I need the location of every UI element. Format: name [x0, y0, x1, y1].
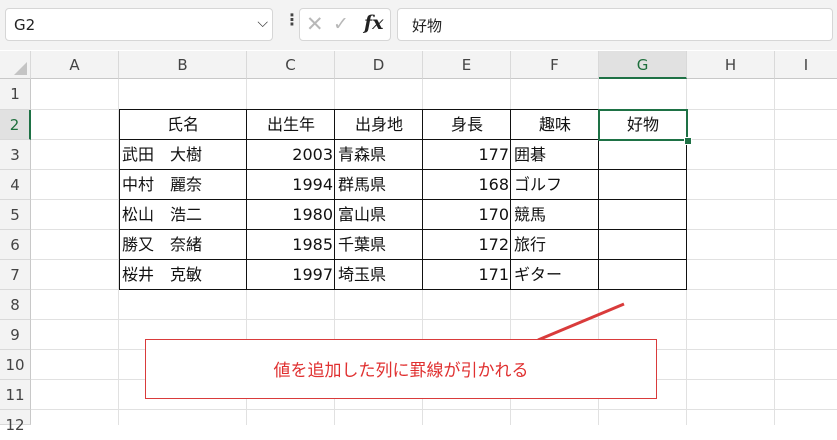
- annotation-callout: 値を追加した列に罫線が引かれる: [145, 339, 657, 399]
- annotation-text: 値を追加した列に罫線が引かれる: [273, 361, 529, 381]
- annotation-arrow-line: [537, 302, 625, 342]
